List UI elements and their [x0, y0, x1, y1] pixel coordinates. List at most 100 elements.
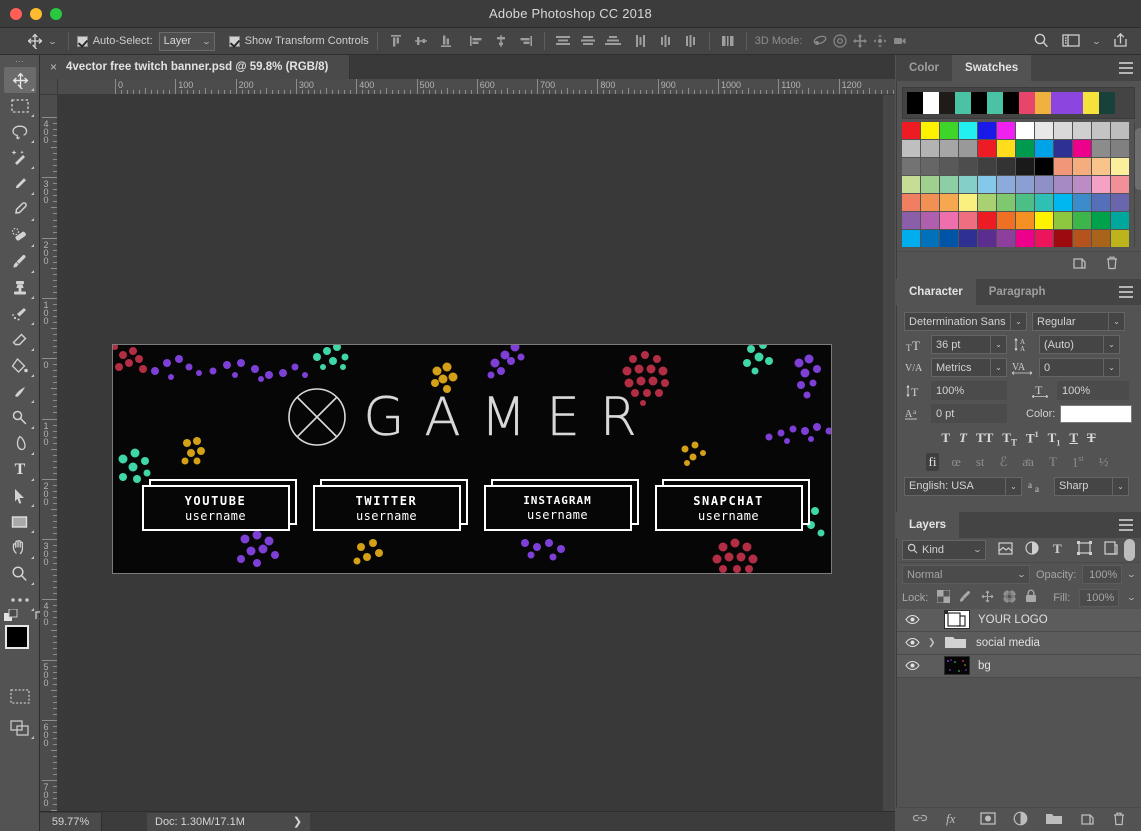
document-info[interactable]: Doc: 1.30M/17.1M ❯	[147, 813, 310, 831]
color-swatch[interactable]	[1092, 158, 1110, 175]
color-swatch[interactable]	[940, 212, 958, 229]
all-caps-button[interactable]: TT	[976, 430, 993, 448]
color-swatch[interactable]	[1035, 194, 1053, 211]
3d-slide-icon[interactable]	[870, 31, 890, 51]
doc-info-expand-icon[interactable]: ❯	[293, 815, 302, 828]
canvas-vertical-scrollbar[interactable]	[883, 95, 895, 811]
kerning-field[interactable]: Metrics ⌄	[931, 358, 1007, 377]
color-swatch[interactable]	[1111, 194, 1129, 211]
recent-swatch[interactable]	[1099, 92, 1115, 114]
recent-swatch[interactable]	[971, 92, 987, 114]
layer-row-bg[interactable]: bg	[896, 655, 1141, 678]
filter-smart-object-icon[interactable]	[1104, 541, 1118, 558]
panel-menu-icon[interactable]	[1119, 286, 1133, 298]
filter-shape-icon[interactable]	[1077, 541, 1092, 558]
color-swatch[interactable]	[940, 194, 958, 211]
distribute-right-edges-icon[interactable]	[681, 31, 701, 51]
color-swatch[interactable]	[902, 140, 920, 157]
crop-tool[interactable]	[4, 171, 36, 197]
color-swatch[interactable]	[978, 122, 996, 139]
layer-visibility-eye-icon[interactable]	[904, 637, 920, 648]
rectangle-tool[interactable]	[4, 509, 36, 535]
font-style-select[interactable]: Regular ⌄	[1032, 312, 1125, 331]
recent-swatch[interactable]	[1035, 92, 1051, 114]
auto-select-scope-select[interactable]: Layer ⌄	[159, 32, 215, 51]
color-swatch[interactable]	[959, 158, 977, 175]
recent-swatches-row[interactable]	[902, 87, 1135, 119]
color-swatch[interactable]	[921, 158, 939, 175]
add-mask-icon[interactable]	[980, 812, 996, 828]
new-swatch-icon[interactable]	[1072, 255, 1087, 273]
recent-swatch[interactable]	[1083, 92, 1099, 114]
chevron-down-icon[interactable]: ⌄	[973, 545, 983, 554]
color-swatch[interactable]	[1035, 122, 1053, 139]
share-icon[interactable]	[1112, 32, 1129, 51]
3d-camera-icon[interactable]	[890, 31, 910, 51]
show-transform-checkbox[interactable]	[229, 36, 240, 47]
subscript-button[interactable]: T1	[1048, 430, 1061, 448]
color-swatch[interactable]	[1073, 140, 1091, 157]
color-swatch[interactable]	[921, 122, 939, 139]
lock-position-icon[interactable]	[981, 590, 994, 606]
ordinals-button[interactable]: 1st	[1069, 453, 1087, 471]
horizontal-ruler[interactable]: 0100200300400500600700800900100011001200	[58, 79, 895, 95]
rectangular-marquee-tool[interactable]	[4, 93, 36, 119]
layer-style-fx-icon[interactable]: fx	[945, 811, 963, 829]
social-card[interactable]: YOUTUBE username	[142, 485, 290, 531]
color-swatch[interactable]	[940, 140, 958, 157]
color-swatch[interactable]	[1073, 158, 1091, 175]
lock-image-icon[interactable]	[959, 590, 972, 606]
tab-layers[interactable]: Layers	[896, 512, 959, 538]
gradient-tool[interactable]	[4, 353, 36, 379]
color-swatch[interactable]	[978, 230, 996, 247]
clone-stamp-tool[interactable]	[4, 275, 36, 301]
color-swatch[interactable]	[978, 158, 996, 175]
language-select[interactable]: English: USA ⌄	[904, 477, 1022, 496]
chevron-down-icon[interactable]: ⌄	[1010, 313, 1026, 330]
canvas-area[interactable]: GAMER YOUTUBE username TWITTER username	[58, 95, 895, 811]
faux-bold-button[interactable]: T	[941, 430, 950, 448]
vertical-ruler[interactable]: 4003002001000100200300400500600700	[40, 95, 58, 811]
chevron-down-icon[interactable]: ⌄	[1005, 478, 1021, 495]
chevron-down-icon[interactable]: ⌄	[1092, 37, 1102, 46]
color-swatch[interactable]	[902, 230, 920, 247]
chevron-down-icon[interactable]: ⌄	[1103, 336, 1119, 353]
align-left-edges-icon[interactable]	[466, 31, 486, 51]
social-card[interactable]: INSTAGRAM username	[484, 485, 632, 531]
opacity-field[interactable]: 100%	[1082, 565, 1122, 584]
color-swatch[interactable]	[959, 194, 977, 211]
vertical-scale-field[interactable]: 100%	[931, 381, 1007, 400]
dodge-tool[interactable]	[4, 405, 36, 431]
chevron-down-icon[interactable]: ⌄	[1017, 570, 1027, 579]
oldstyle-button[interactable]: aͤa	[1019, 453, 1037, 471]
font-size-field[interactable]: 36 pt ⌄	[931, 335, 1007, 354]
screen-mode-button[interactable]	[4, 715, 36, 741]
color-swatch[interactable]	[921, 176, 939, 193]
fill-chevron-down-icon[interactable]: ⌄	[1127, 593, 1137, 602]
color-swatch[interactable]	[1111, 122, 1129, 139]
layer-thumbnail[interactable]	[944, 656, 970, 675]
color-swatch[interactable]	[959, 212, 977, 229]
color-swatch[interactable]	[921, 194, 939, 211]
color-swatch[interactable]	[1054, 158, 1072, 175]
color-swatch[interactable]	[978, 212, 996, 229]
color-swatch[interactable]	[940, 176, 958, 193]
new-group-icon[interactable]	[1045, 811, 1063, 828]
distribute-left-edges-icon[interactable]	[631, 31, 651, 51]
quick-selection-tool[interactable]	[4, 145, 36, 171]
ruler-origin[interactable]	[40, 79, 58, 95]
color-swatch[interactable]	[1054, 140, 1072, 157]
move-tool[interactable]	[4, 67, 36, 93]
chevron-down-icon[interactable]: ⌄	[1112, 478, 1128, 495]
color-swatch[interactable]	[1035, 230, 1053, 247]
color-swatch[interactable]	[1111, 140, 1129, 157]
color-swatch[interactable]	[902, 158, 920, 175]
recent-swatch[interactable]	[907, 92, 923, 114]
color-swatch[interactable]	[1054, 194, 1072, 211]
fractions-button[interactable]: ½	[1096, 453, 1112, 471]
color-swatch[interactable]	[1016, 230, 1034, 247]
distribute-bottom-edges-icon[interactable]	[603, 31, 623, 51]
align-top-edges-icon[interactable]	[386, 31, 406, 51]
new-layer-icon[interactable]	[1080, 811, 1095, 829]
color-swatch[interactable]	[921, 140, 939, 157]
